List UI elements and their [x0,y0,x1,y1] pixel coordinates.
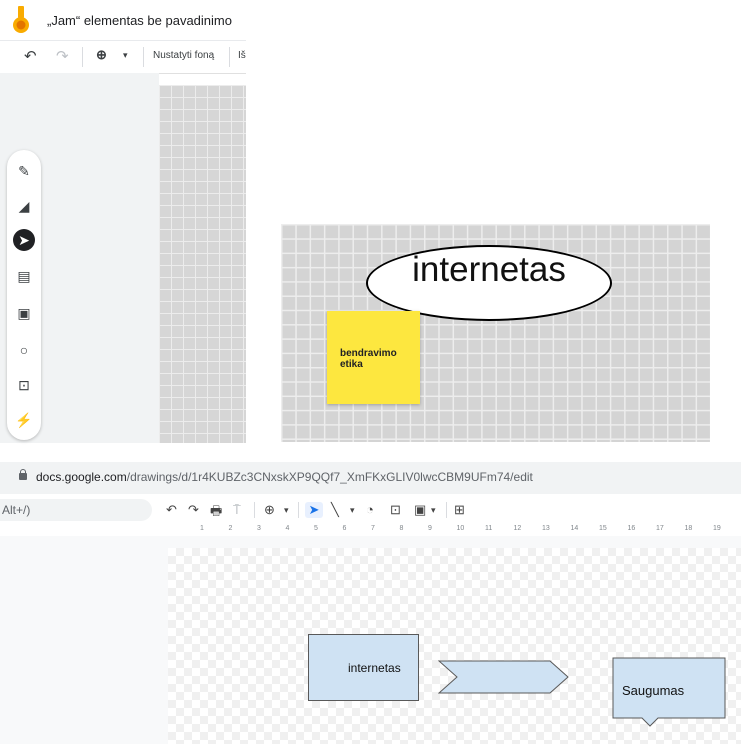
ruler-mark: 16 [627,525,636,532]
chevron-down-icon[interactable]: ▾ [350,505,355,516]
zoom-icon[interactable]: ⊕ [96,47,107,63]
chevron-down-icon[interactable]: ▾ [431,505,436,516]
sticky-note-line1: bendravimo [340,348,397,359]
line-icon[interactable]: ╲ [331,502,339,518]
redo-icon[interactable]: ↷ [188,502,199,518]
ruler-mark: 11 [485,525,493,532]
url-path: /drawings/d/1r4KUBZc3CNxskXP9QQf7_XmFKxG… [126,470,533,484]
clipped-toolbar-button[interactable]: Iš [238,50,246,61]
ruler-mark: 12 [513,525,522,532]
ruler-mark: 3 [257,525,261,532]
ruler-mark: 2 [228,525,233,532]
url-domain: docs.google.com [36,470,127,484]
toolbar-divider [143,47,144,67]
set-background-button[interactable]: Nustatyti foną [153,50,214,61]
ruler-mark: 14 [570,525,579,532]
ruler-mark: 9 [428,525,432,532]
ruler-mark: 15 [599,525,607,532]
callout-label: Saugumas [622,683,685,698]
image-icon[interactable]: ▣ [414,502,426,518]
ruler-mark: 8 [399,525,404,532]
ruler-mark: 10 [456,525,465,532]
jam-toolbar: ↶ ↷ ⊕ ▾ Nustatyti foną Iš [0,40,246,74]
jam-canvas[interactable] [159,85,246,443]
toolbar-divider [229,47,230,67]
ruler-mark: 19 [713,525,721,532]
pen-icon[interactable]: ✎ [13,160,35,182]
url-text[interactable]: docs.google.com/drawings/d/1r4KUBZc3CNxs… [36,470,533,484]
laser-icon[interactable]: ⚡ [13,409,35,431]
eraser-icon[interactable]: ◢ [13,195,35,217]
comment-icon[interactable]: ⊞ [454,502,465,518]
toolbar-divider [254,502,255,518]
select-icon[interactable]: ➤ [13,229,35,251]
chevron-down-icon[interactable]: ▾ [284,505,289,516]
chevron-down-icon[interactable]: ▾ [123,50,128,61]
image-icon[interactable]: ▣ [13,302,35,324]
drawing-workspace-top [168,536,741,548]
ruler-mark: 17 [656,525,664,532]
toolbar-divider [82,47,83,67]
redo-icon[interactable]: ↷ [56,47,69,65]
toolbar-divider [446,502,447,518]
jam-tool-palette: ✎ ◢ ➤ ▤ ▣ ○ ⊡ ⚡ [7,150,41,440]
jam-title[interactable]: „Jam“ elementas be pavadinimo [47,13,232,28]
zoom-icon[interactable]: ⊕ [264,502,275,518]
undo-icon[interactable]: ↶ [166,502,177,518]
ruler-mark: 7 [371,525,375,532]
search-menus-hint: Alt+/) [2,503,31,517]
chevron-arrow-shape[interactable] [438,660,570,694]
ruler-mark: 5 [314,525,318,532]
select-icon[interactable]: ➤ [305,502,323,518]
ruler-mark: 4 [285,525,290,532]
sticky-note-text: bendravimo etika [340,348,397,370]
ruler-mark: 18 [684,525,693,532]
shape-icon[interactable]: ◔ [366,502,374,517]
undo-icon[interactable]: ↶ [24,47,37,65]
textbox-icon[interactable]: ⊡ [390,502,401,518]
print-icon[interactable]: 🖶 [210,502,222,524]
drawing-workspace-background [0,536,168,744]
ruler-mark: 6 [342,525,347,532]
ellipse-label: internetas [412,250,566,289]
textbox-icon[interactable]: ⊡ [13,374,35,396]
sticky-note-icon[interactable]: ▤ [13,265,35,287]
circle-shape-icon[interactable]: ○ [13,339,35,361]
paint-format-icon[interactable]: ⍑ [233,502,241,518]
sticky-note-line2: etika [340,359,363,370]
toolbar-divider [298,502,299,518]
lock-icon[interactable] [19,473,27,480]
ruler-mark: 13 [542,525,550,532]
jamboard-logo-icon [13,6,29,33]
ruler-mark: 1 [200,525,204,532]
